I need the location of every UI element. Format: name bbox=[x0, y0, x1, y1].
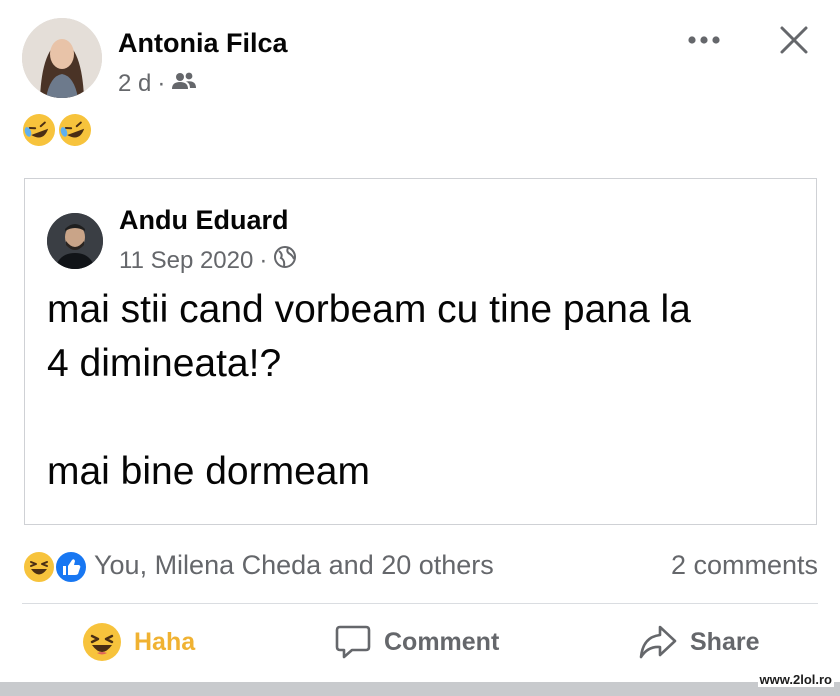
comment-button[interactable]: Comment bbox=[334, 620, 499, 664]
shared-post-line: 4 dimineata!? bbox=[47, 342, 282, 385]
bottom-bar bbox=[0, 682, 840, 696]
post-time[interactable]: 2 d bbox=[118, 70, 151, 98]
watermark: www.2lol.ro bbox=[757, 672, 834, 687]
author-avatar-image bbox=[22, 18, 102, 98]
share-icon bbox=[639, 625, 677, 659]
shared-post-line: mai stii cand vorbeam cu tine pana la bbox=[47, 288, 691, 331]
share-label: Share bbox=[690, 627, 760, 656]
rolling-on-floor-laughing-emoji bbox=[23, 114, 91, 146]
divider bbox=[22, 603, 818, 604]
shared-author-avatar[interactable] bbox=[47, 213, 103, 269]
shared-post-meta: 11 Sep 2020 · bbox=[119, 245, 297, 276]
shared-post-text: mai stii cand vorbeam cu tine pana la 4 … bbox=[47, 283, 797, 499]
comment-label: Comment bbox=[384, 627, 500, 656]
close-button[interactable] bbox=[774, 20, 814, 60]
friends-icon[interactable] bbox=[171, 70, 197, 98]
more-button[interactable] bbox=[682, 22, 726, 58]
close-icon bbox=[780, 26, 808, 54]
meta-separator: · bbox=[157, 70, 166, 97]
shared-post-date[interactable]: 11 Sep 2020 bbox=[119, 247, 253, 275]
reaction-icons[interactable] bbox=[22, 550, 92, 584]
globe-icon bbox=[273, 245, 297, 276]
comment-count[interactable]: 2 comments bbox=[671, 550, 818, 581]
author-name[interactable]: Antonia Filca bbox=[118, 28, 288, 59]
meta-separator: · bbox=[259, 246, 268, 274]
haha-label: Haha bbox=[134, 627, 196, 656]
post-meta: 2 d · bbox=[118, 70, 197, 98]
reaction-summary[interactable]: You, Milena Cheda and 20 others bbox=[94, 550, 494, 581]
more-icon bbox=[688, 36, 720, 44]
share-button[interactable]: Share bbox=[638, 620, 759, 664]
post-text bbox=[22, 112, 94, 157]
shared-author-avatar-image bbox=[47, 213, 103, 269]
comment-icon bbox=[335, 625, 371, 659]
haha-button[interactable]: Haha bbox=[82, 620, 195, 664]
shared-author-name[interactable]: Andu Eduard bbox=[119, 205, 289, 236]
action-bar: Haha Comment Share bbox=[0, 612, 840, 672]
reactions-row: You, Milena Cheda and 20 others 2 commen… bbox=[22, 546, 818, 586]
shared-post-line: mai bine dormeam bbox=[47, 450, 370, 493]
author-avatar[interactable] bbox=[22, 18, 102, 98]
shared-post-blank-line bbox=[47, 391, 797, 445]
post-header: Antonia Filca 2 d · bbox=[22, 18, 822, 100]
haha-reaction-icon bbox=[22, 550, 56, 584]
haha-icon bbox=[83, 623, 121, 661]
like-reaction-icon bbox=[54, 550, 88, 584]
shared-post-card[interactable]: Andu Eduard 11 Sep 2020 · mai stii cand … bbox=[24, 178, 817, 525]
